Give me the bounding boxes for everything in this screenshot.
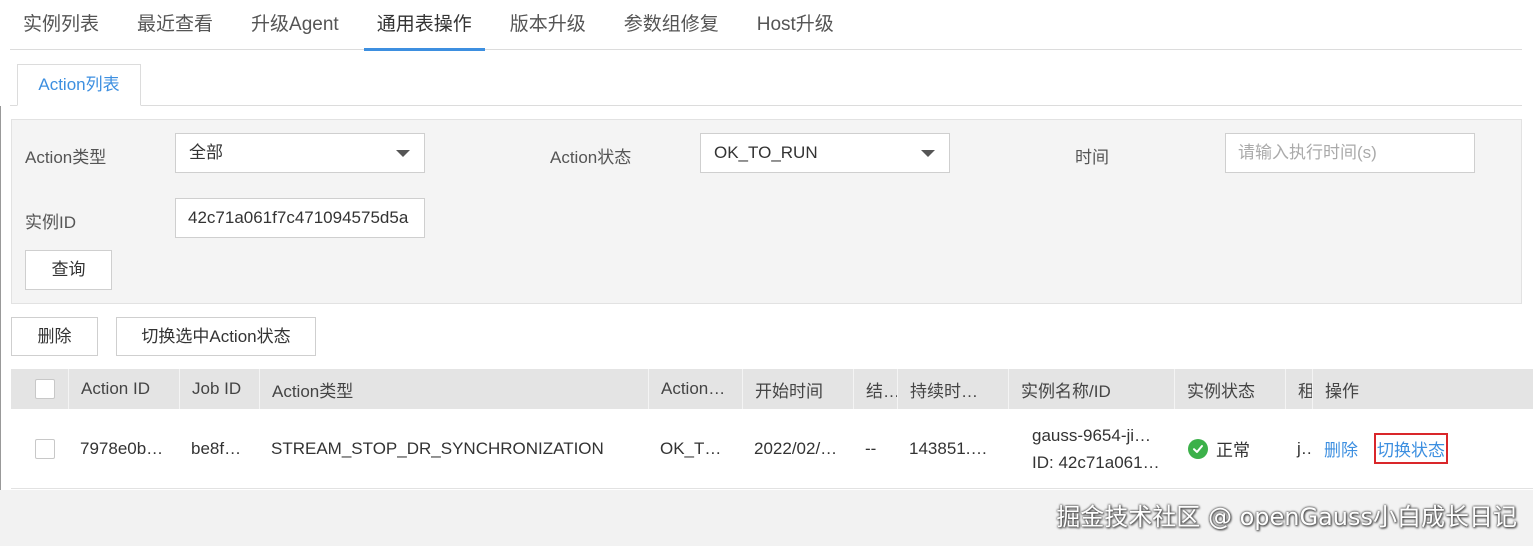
- action-type-value: 全部: [189, 143, 223, 162]
- cell-action-status: OK_T…: [660, 438, 722, 458]
- table-row: 7978e0b… be8f… STREAM_STOP_DR_SYNCHRONIZ…: [11, 409, 1533, 489]
- row-checkbox[interactable]: [35, 438, 55, 459]
- sub-tabs: Action列表: [10, 64, 1522, 106]
- tab-instance-list[interactable]: 实例列表: [10, 0, 112, 50]
- chevron-down-icon: [396, 150, 410, 157]
- top-nav-tabs: 实例列表 最近查看 升级Agent 通用表操作 版本升级 参数组修复 Host升…: [10, 0, 1522, 51]
- header-action-status[interactable]: Action…: [648, 369, 742, 409]
- header-tenant[interactable]: 租: [1285, 369, 1312, 409]
- cell-instance-status: 正常: [1174, 409, 1285, 488]
- action-status-label: Action状态: [550, 148, 632, 167]
- header-checkbox-cell: [11, 369, 68, 409]
- cell-start-time: 2022/02/…: [754, 438, 838, 458]
- tab-recently-viewed[interactable]: 最近查看: [124, 0, 226, 50]
- instance-name: gauss-9654-ji…: [1032, 425, 1152, 445]
- table-header: Action ID Job ID Action类型 Action… 开始时间 结…: [11, 369, 1533, 409]
- instance-status-text: 正常: [1216, 441, 1250, 460]
- cell-tenant: j…: [1297, 438, 1312, 458]
- cell-action-id: 7978e0b…: [80, 438, 164, 458]
- time-input[interactable]: [1225, 133, 1475, 173]
- header-job-id[interactable]: Job ID: [179, 369, 259, 409]
- watermark: 掘金技术社区 @ openGauss小白成长日记: [1056, 503, 1517, 531]
- instance-id: ID: 42c71a061…: [1032, 452, 1160, 472]
- select-all-checkbox[interactable]: [35, 379, 55, 399]
- time-label: 时间: [1075, 148, 1109, 167]
- action-type-select[interactable]: 全部: [175, 133, 425, 173]
- tab-param-group-repair[interactable]: 参数组修复: [611, 0, 732, 50]
- query-button[interactable]: 查询: [25, 250, 112, 290]
- header-instance[interactable]: 实例名称/ID: [1008, 369, 1174, 409]
- cell-duration: 143851.…: [909, 438, 988, 458]
- tab-upgrade-agent[interactable]: 升级Agent: [238, 0, 352, 50]
- instance-id-label: 实例ID: [25, 213, 76, 232]
- filter-panel: Action类型 全部 Action状态 OK_TO_RUN 时间 实例ID 查…: [11, 119, 1522, 304]
- tab-common-table-ops[interactable]: 通用表操作: [363, 0, 485, 51]
- header-action-type[interactable]: Action类型: [259, 369, 648, 409]
- header-duration[interactable]: 持续时…: [897, 369, 1008, 409]
- header-action-id[interactable]: Action ID: [68, 369, 179, 409]
- header-result[interactable]: 结…: [853, 369, 897, 409]
- header-start-time[interactable]: 开始时间: [742, 369, 853, 409]
- cell-action-type: STREAM_STOP_DR_SYNCHRONIZATION: [271, 438, 604, 458]
- action-status-select[interactable]: OK_TO_RUN: [700, 133, 950, 173]
- cell-job-id: be8f…: [191, 438, 242, 458]
- switch-selected-status-button[interactable]: 切换选中Action状态: [116, 317, 316, 356]
- cell-operations: 删除 切换状态: [1312, 409, 1533, 488]
- action-status-value: OK_TO_RUN: [714, 143, 818, 162]
- row-switch-status-link[interactable]: 切换状态: [1374, 433, 1448, 464]
- tab-host-upgrade[interactable]: Host升级: [744, 0, 847, 50]
- row-delete-link[interactable]: 删除: [1324, 436, 1358, 461]
- action-table: Action ID Job ID Action类型 Action… 开始时间 结…: [11, 369, 1533, 489]
- header-instance-status[interactable]: 实例状态: [1174, 369, 1285, 409]
- row-checkbox-cell: [11, 409, 68, 488]
- check-circle-icon: [1188, 438, 1208, 459]
- chevron-down-icon: [921, 150, 935, 157]
- tab-action-list[interactable]: Action列表: [17, 64, 141, 106]
- left-divider: [0, 106, 1, 546]
- cell-instance: gauss-9654-ji… ID: 42c71a061…: [1008, 409, 1174, 488]
- delete-button[interactable]: 删除: [11, 317, 98, 356]
- header-operations: 操作: [1312, 369, 1533, 409]
- action-type-label: Action类型: [25, 148, 107, 167]
- cell-result: --: [865, 438, 877, 458]
- instance-id-input[interactable]: [175, 198, 425, 238]
- tab-version-upgrade[interactable]: 版本升级: [497, 0, 599, 50]
